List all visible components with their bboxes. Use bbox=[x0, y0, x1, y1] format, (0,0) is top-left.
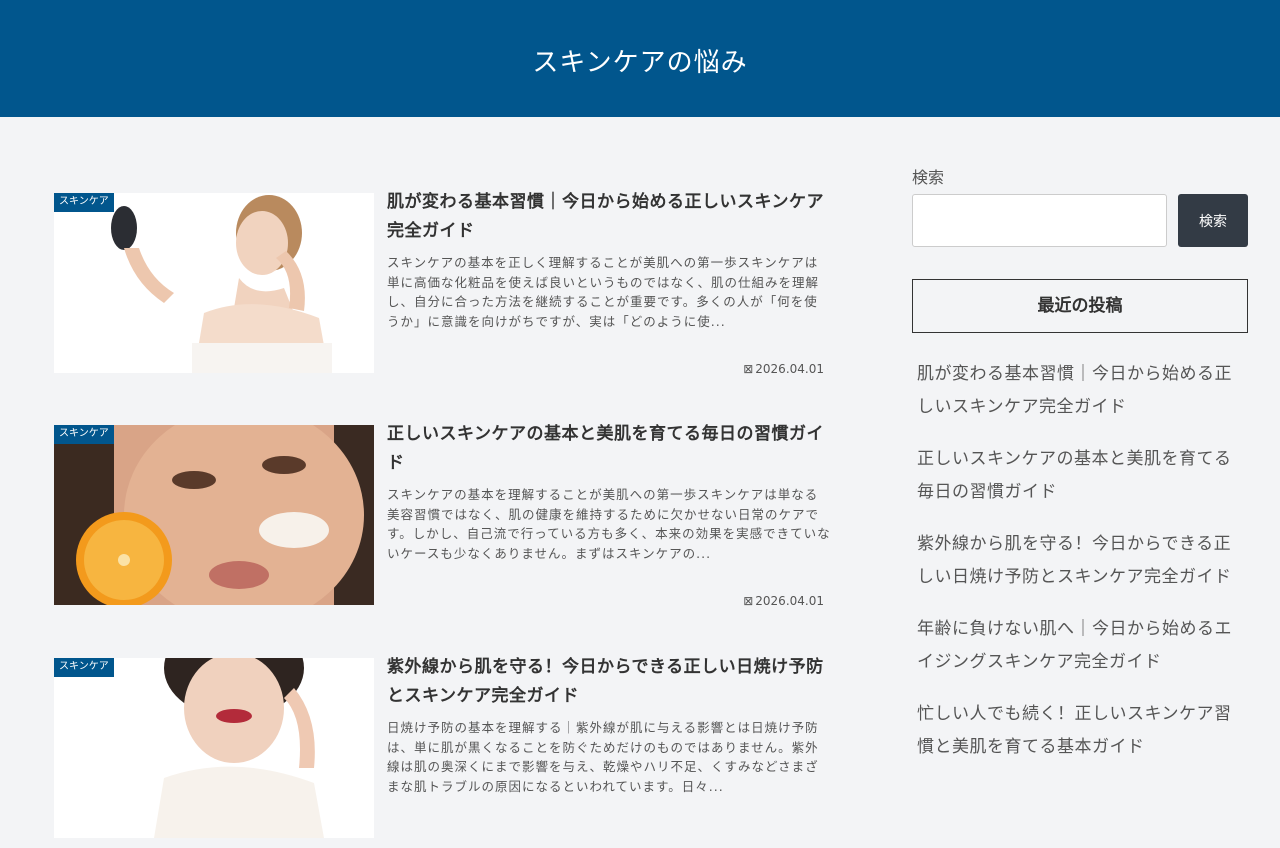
post-date-text: 2026.04.01 bbox=[755, 594, 824, 608]
post-thumbnail[interactable]: スキンケア bbox=[54, 193, 374, 373]
post-excerpt: スキンケアの基本を理解することが美肌への第一歩スキンケアは単なる美容習慣ではなく… bbox=[387, 487, 831, 561]
thumbnail-image-woman-smile bbox=[54, 658, 374, 838]
post-card[interactable]: スキンケア 正しいスキンケアの基本と美肌を育てる毎日の習慣ガイド スキンケアの基… bbox=[54, 424, 834, 615]
recent-post-link[interactable]: 忙しい人でも続く！正しいスキンケア習慣と美肌を育てる基本ガイド bbox=[917, 698, 1248, 763]
search-input[interactable] bbox=[912, 194, 1167, 247]
recent-posts-list: 肌が変わる基本習慣｜今日から始める正しいスキンケア完全ガイド 正しいスキンケアの… bbox=[917, 358, 1248, 783]
recent-post-link[interactable]: 肌が変わる基本習慣｜今日から始める正しいスキンケア完全ガイド bbox=[917, 358, 1248, 423]
thumbnail-image-woman-orange bbox=[54, 425, 374, 605]
recent-post-link[interactable]: 紫外線から肌を守る！今日からできる正しい日焼け予防とスキンケア完全ガイド bbox=[917, 528, 1248, 593]
post-title[interactable]: 肌が変わる基本習慣｜今日から始める正しいスキンケア完全ガイド bbox=[387, 188, 827, 246]
category-badge[interactable]: スキンケア bbox=[54, 658, 114, 677]
category-badge[interactable]: スキンケア bbox=[54, 193, 114, 212]
clock-icon: ⊠ bbox=[743, 594, 754, 608]
post-date: ⊠ 2026.04.01 bbox=[743, 594, 824, 608]
recent-post-link[interactable]: 年齢に負けない肌へ｜今日から始めるエイジングスキンケア完全ガイド bbox=[917, 613, 1248, 678]
recent-post-link[interactable]: 正しいスキンケアの基本と美肌を育てる毎日の習慣ガイド bbox=[917, 443, 1248, 508]
search-button[interactable]: 検索 bbox=[1178, 194, 1248, 247]
thumbnail-image-woman-mirror bbox=[54, 193, 374, 373]
category-badge[interactable]: スキンケア bbox=[54, 425, 114, 444]
post-card[interactable]: スキンケア 肌が変わる基本習慣｜今日から始める正しいスキンケア完全ガイド スキン… bbox=[54, 192, 834, 383]
post-date-text: 2026.04.01 bbox=[755, 362, 824, 376]
post-excerpt: 日焼け予防の基本を理解する｜紫外線が肌に与える影響とは日焼け予防は、単に肌が黒く… bbox=[387, 720, 819, 794]
post-title[interactable]: 正しいスキンケアの基本と美肌を育てる毎日の習慣ガイド bbox=[387, 420, 827, 478]
search-label: 検索 bbox=[912, 168, 945, 187]
recent-posts-title: 最近の投稿 bbox=[912, 279, 1248, 333]
post-thumbnail[interactable]: スキンケア bbox=[54, 425, 374, 605]
site-header: スキンケアの悩み bbox=[0, 0, 1280, 117]
post-thumbnail[interactable]: スキンケア bbox=[54, 658, 374, 838]
post-excerpt: スキンケアの基本を正しく理解することが美肌への第一歩スキンケアは単に高価な化粧品… bbox=[387, 255, 820, 329]
site-title[interactable]: スキンケアの悩み bbox=[0, 42, 1280, 79]
post-card[interactable]: スキンケア 紫外線から肌を守る！今日からできる正しい日焼け予防とスキンケア完全ガ… bbox=[54, 657, 834, 848]
post-date: ⊠ 2026.04.01 bbox=[743, 362, 824, 376]
post-title[interactable]: 紫外線から肌を守る！今日からできる正しい日焼け予防とスキンケア完全ガイド bbox=[387, 653, 827, 711]
clock-icon: ⊠ bbox=[743, 362, 754, 376]
